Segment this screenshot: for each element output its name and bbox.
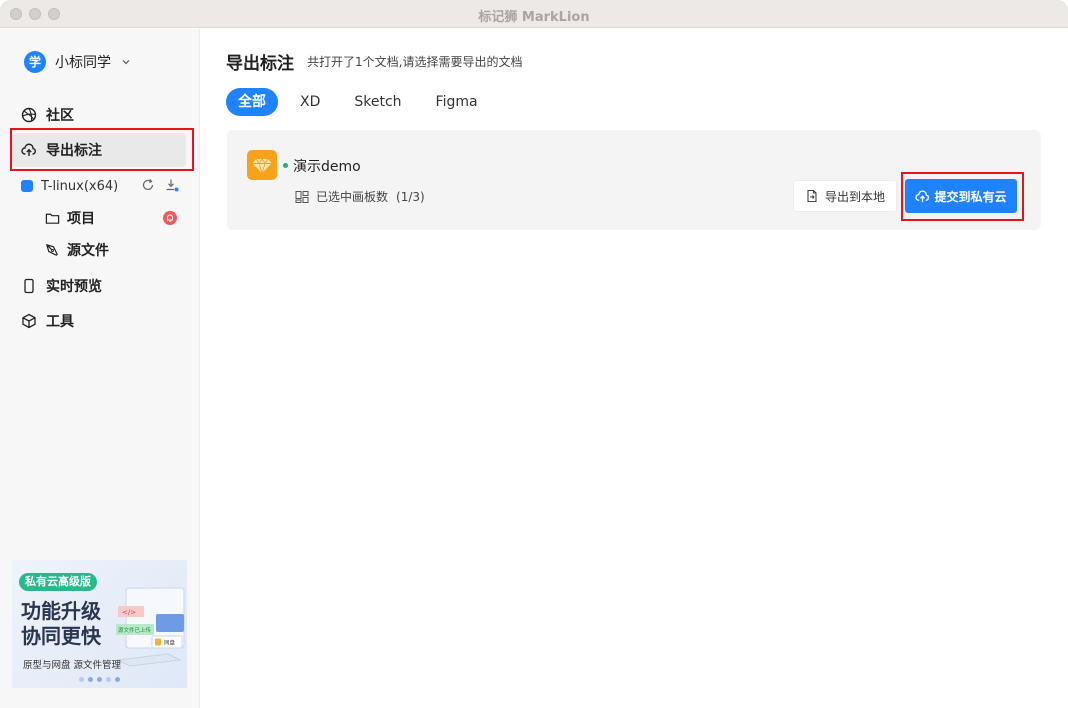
window-title: 标记狮 MarkLion [478,10,590,25]
upload-cloud-icon [21,143,36,156]
pen-icon [45,243,58,256]
tab-xd[interactable]: XD [288,88,332,116]
upload-cloud-icon [915,189,930,202]
project-actions [141,178,179,192]
sidebar-item-live-preview[interactable]: 实时预览 [12,269,186,303]
dribbble-icon [21,107,37,123]
cube-icon [22,313,36,329]
download-icon[interactable] [165,178,179,192]
export-local-button[interactable]: 导出到本地 [793,180,897,212]
sidebar-item-project[interactable]: 项目 [45,206,190,230]
sketch-file-icon [247,150,277,180]
user-menu[interactable]: 学 小标同学 [24,51,131,73]
svg-text:源文件已上传: 源文件已上传 [118,626,152,634]
sidebar-item-label: 工具 [46,314,74,330]
banner-headline: 功能升级 协同更快 [21,599,101,648]
banner-pagination[interactable] [79,677,120,682]
sidebar-item-export-annotations[interactable]: 导出标注 [12,133,186,167]
sidebar-item-label: 导出标注 [46,143,102,159]
page-title: 导出标注 [226,54,294,74]
online-status-dot [283,163,288,168]
submit-private-cloud-button[interactable]: 提交到私有云 [905,179,1017,213]
bell-badge-icon [163,211,177,225]
selected-boards-info[interactable]: 已选中画板数 (1/3) [295,188,425,205]
sidebar-item-label: 源文件 [67,243,109,259]
filter-tabs: 全部 XD Sketch Figma [226,88,500,116]
export-file-icon [807,189,817,203]
main-content: 导出标注 共打开了1个文档,请选择需要导出的文档 全部 XD Sketch Fi… [200,29,1068,708]
avatar: 学 [24,51,46,73]
project-row[interactable]: T-linux(x64) [21,176,191,196]
project-name: T-linux(x64) [41,178,119,194]
svg-text:</>: </> [122,609,136,617]
svg-text:网盘: 网盘 [164,639,176,647]
sidebar-item-tools[interactable]: 工具 [12,304,186,338]
document-card: 演示demo 已选中画板数 (1/3) 导出到本地 提交到私有云 [227,130,1041,230]
page-description: 共打开了1个文档,请选择需要导出的文档 [307,55,523,69]
app-window: 标记狮 MarkLion 学 小标同学 社区 导出标注 T-linux(x64) [0,0,1068,708]
tab-all[interactable]: 全部 [226,88,278,116]
sidebar-item-label: 社区 [46,108,74,124]
project-color-badge [21,180,33,192]
refresh-icon[interactable] [141,178,155,192]
banner-subtext: 原型与网盘 源文件管理 [23,660,122,671]
tab-figma[interactable]: Figma [424,88,490,116]
user-name: 小标同学 [55,55,111,71]
title-bar: 标记狮 MarkLion [0,0,1068,28]
sidebar: 学 小标同学 社区 导出标注 T-linux(x64) 项目 源文件 实时预览 … [0,29,200,708]
banner-pill: 私有云高级版 [19,573,97,591]
artboards-icon [295,190,309,203]
sidebar-item-community[interactable]: 社区 [12,98,186,132]
sidebar-item-label: 实时预览 [46,279,102,295]
tab-sketch[interactable]: Sketch [342,88,413,116]
sidebar-item-label: 项目 [67,211,95,227]
sidebar-item-source-files[interactable]: 源文件 [45,238,190,262]
document-name: 演示demo [293,159,361,175]
folder-icon [45,213,60,224]
chevron-down-icon [122,60,130,65]
phone-icon [24,278,34,294]
promo-banner[interactable]: 私有云高级版 功能升级 协同更快 </> 源文件已上传 网盘 原型与网盘 源文件… [12,560,187,688]
boards-count: (1/3) [396,189,425,204]
boards-label: 已选中画板数 [316,190,389,204]
